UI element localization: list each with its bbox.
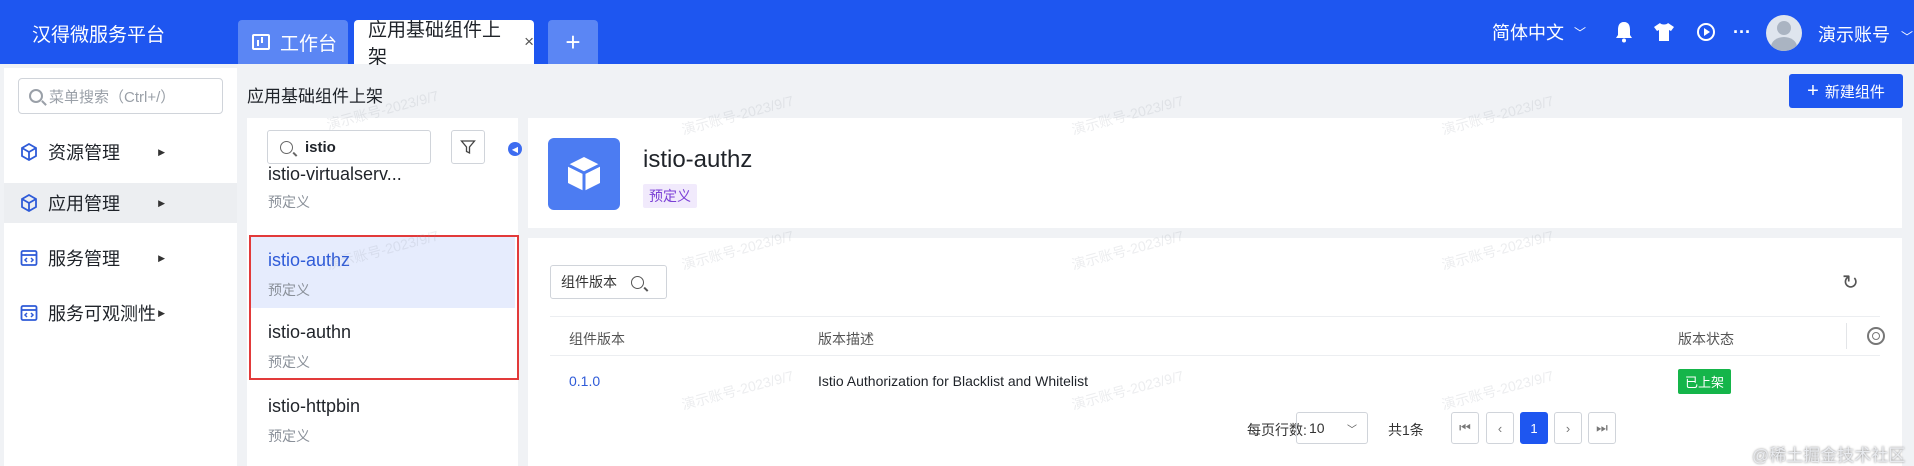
cube-icon [21,194,37,212]
shirt-icon[interactable] [1652,20,1676,44]
chevron-down-icon: ﹀ [1574,25,1587,40]
new-component-label: 新建组件 [1824,83,1885,101]
component-detail-card: istio-authz 预定义 [528,118,1902,228]
prev-page-button[interactable]: ‹ [1486,412,1514,444]
next-page-button[interactable]: › [1554,412,1582,444]
cube-icon [21,143,37,161]
table-header: 组件版本 版本描述 版本状态 [550,316,1885,356]
tab-component-listing[interactable]: 应用基础组件上架 × [354,20,534,68]
column-divider [1846,323,1847,349]
play-circle-icon[interactable] [1694,20,1718,44]
sidebar-item-services[interactable]: 服务管理 ▶ [4,238,237,278]
component-tag: 预定义 [268,428,310,444]
language-selector[interactable]: 简体中文 ﹀ [1492,0,1586,64]
caret-right-icon: ▶ [158,197,165,208]
search-icon [631,275,644,289]
filter-button[interactable] [451,130,485,164]
refresh-icon[interactable]: ↻ [1842,270,1859,295]
dashboard-icon [252,34,270,50]
cube-icon [567,157,601,191]
chevron-down-icon: ﹀ [1347,424,1357,436]
tab-label: 工作台 [280,33,338,55]
bell-icon[interactable] [1612,20,1636,44]
page-title: 应用基础组件上架 [247,87,383,106]
component-name: istio-httpbin [268,396,361,416]
rows-per-page-value: 10 [1309,420,1325,436]
caret-right-icon: ▶ [158,307,165,318]
sidebar: 菜单搜索（Ctrl+/） 资源管理 ▶ 应用管理 ▶ 服务管理 ▶ 服务可观测性… [4,68,237,466]
filter-icon [460,140,476,155]
component-type-badge: 预定义 [643,184,697,208]
avatar[interactable] [1766,15,1802,51]
component-search-input[interactable]: istio [267,130,431,164]
new-component-button[interactable]: + 新建组件 [1789,74,1903,108]
language-label: 简体中文 [1492,23,1564,43]
search-icon [280,140,293,154]
tab-workbench[interactable]: 工作台 [238,20,348,64]
chevron-down-icon: ﹀ [1901,30,1914,44]
rows-per-page-select[interactable]: 10 ﹀ [1296,412,1368,444]
sidebar-item-resources[interactable]: 资源管理 ▶ [4,132,237,172]
component-logo [548,138,620,210]
sidebar-item-label: 应用管理 [48,194,120,214]
plus-icon: + [1807,79,1819,102]
component-search-value: istio [305,138,336,156]
column-header[interactable]: 版本状态 [1678,329,1734,349]
sidebar-item-applications[interactable]: 应用管理 ▶ [4,183,237,223]
status-badge: 已上架 [1678,369,1732,394]
list-item[interactable]: istio-virtualserv... 预定义 [249,164,515,218]
caret-right-icon: ▶ [158,252,165,263]
user-menu[interactable]: 演示账号 ﹀ [1818,21,1913,47]
highlight-box [249,235,519,380]
column-header[interactable]: 组件版本 [569,329,625,349]
total-count: 共1条 [1388,422,1424,438]
more-icon[interactable]: ··· [1730,20,1754,44]
sidebar-item-label: 服务管理 [48,249,120,269]
gear-icon[interactable] [1867,327,1885,345]
component-title: istio-authz [643,146,753,173]
version-search-label: 组件版本 [561,274,617,290]
caret-right-icon: ▶ [158,146,165,157]
version-search-input[interactable]: 组件版本 [550,265,667,299]
code-window-icon [20,250,38,266]
component-name: istio-virtualserv... [268,164,402,184]
sidebar-item-observability[interactable]: 服务可观测性 ▶ [4,293,237,333]
first-page-button[interactable]: ⏮ [1451,412,1479,444]
menu-search-input[interactable]: 菜单搜索（Ctrl+/） [18,78,223,114]
component-tag: 预定义 [268,194,310,210]
brand-title: 汉得微服务平台 [32,25,166,46]
search-icon [29,89,43,103]
version-description: Istio Authorization for Blacklist and Wh… [818,373,1089,389]
tab-label: 应用基础组件上架 [368,20,502,68]
sidebar-item-label: 资源管理 [48,143,120,163]
collapse-panel-icon[interactable]: ◀ [508,142,522,156]
code-window-icon [20,305,38,321]
menu-search-placeholder: 菜单搜索（Ctrl+/） [49,88,176,106]
table-row: 0.1.0 Istio Authorization for Blacklist … [550,356,1880,406]
username: 演示账号 [1818,25,1890,45]
last-page-button[interactable]: ⏭ [1588,412,1616,444]
column-header[interactable]: 版本描述 [818,329,874,349]
version-link[interactable]: 0.1.0 [569,373,600,389]
top-header: 汉得微服务平台 工作台 应用基础组件上架 × + 简体中文 ﹀ ··· 演示账号… [0,0,1914,68]
page-number-button[interactable]: 1 [1520,412,1548,444]
site-watermark: @稀土掘金技术社区 [1752,446,1906,465]
add-tab-button[interactable]: + [548,20,598,64]
version-table-card: 组件版本 ↻ 组件版本 版本描述 版本状态 0.1.0 Istio Author… [528,238,1902,466]
close-icon[interactable]: × [524,32,534,52]
sidebar-item-label: 服务可观测性 [48,304,156,324]
list-item[interactable]: istio-httpbin 预定义 [249,382,515,454]
